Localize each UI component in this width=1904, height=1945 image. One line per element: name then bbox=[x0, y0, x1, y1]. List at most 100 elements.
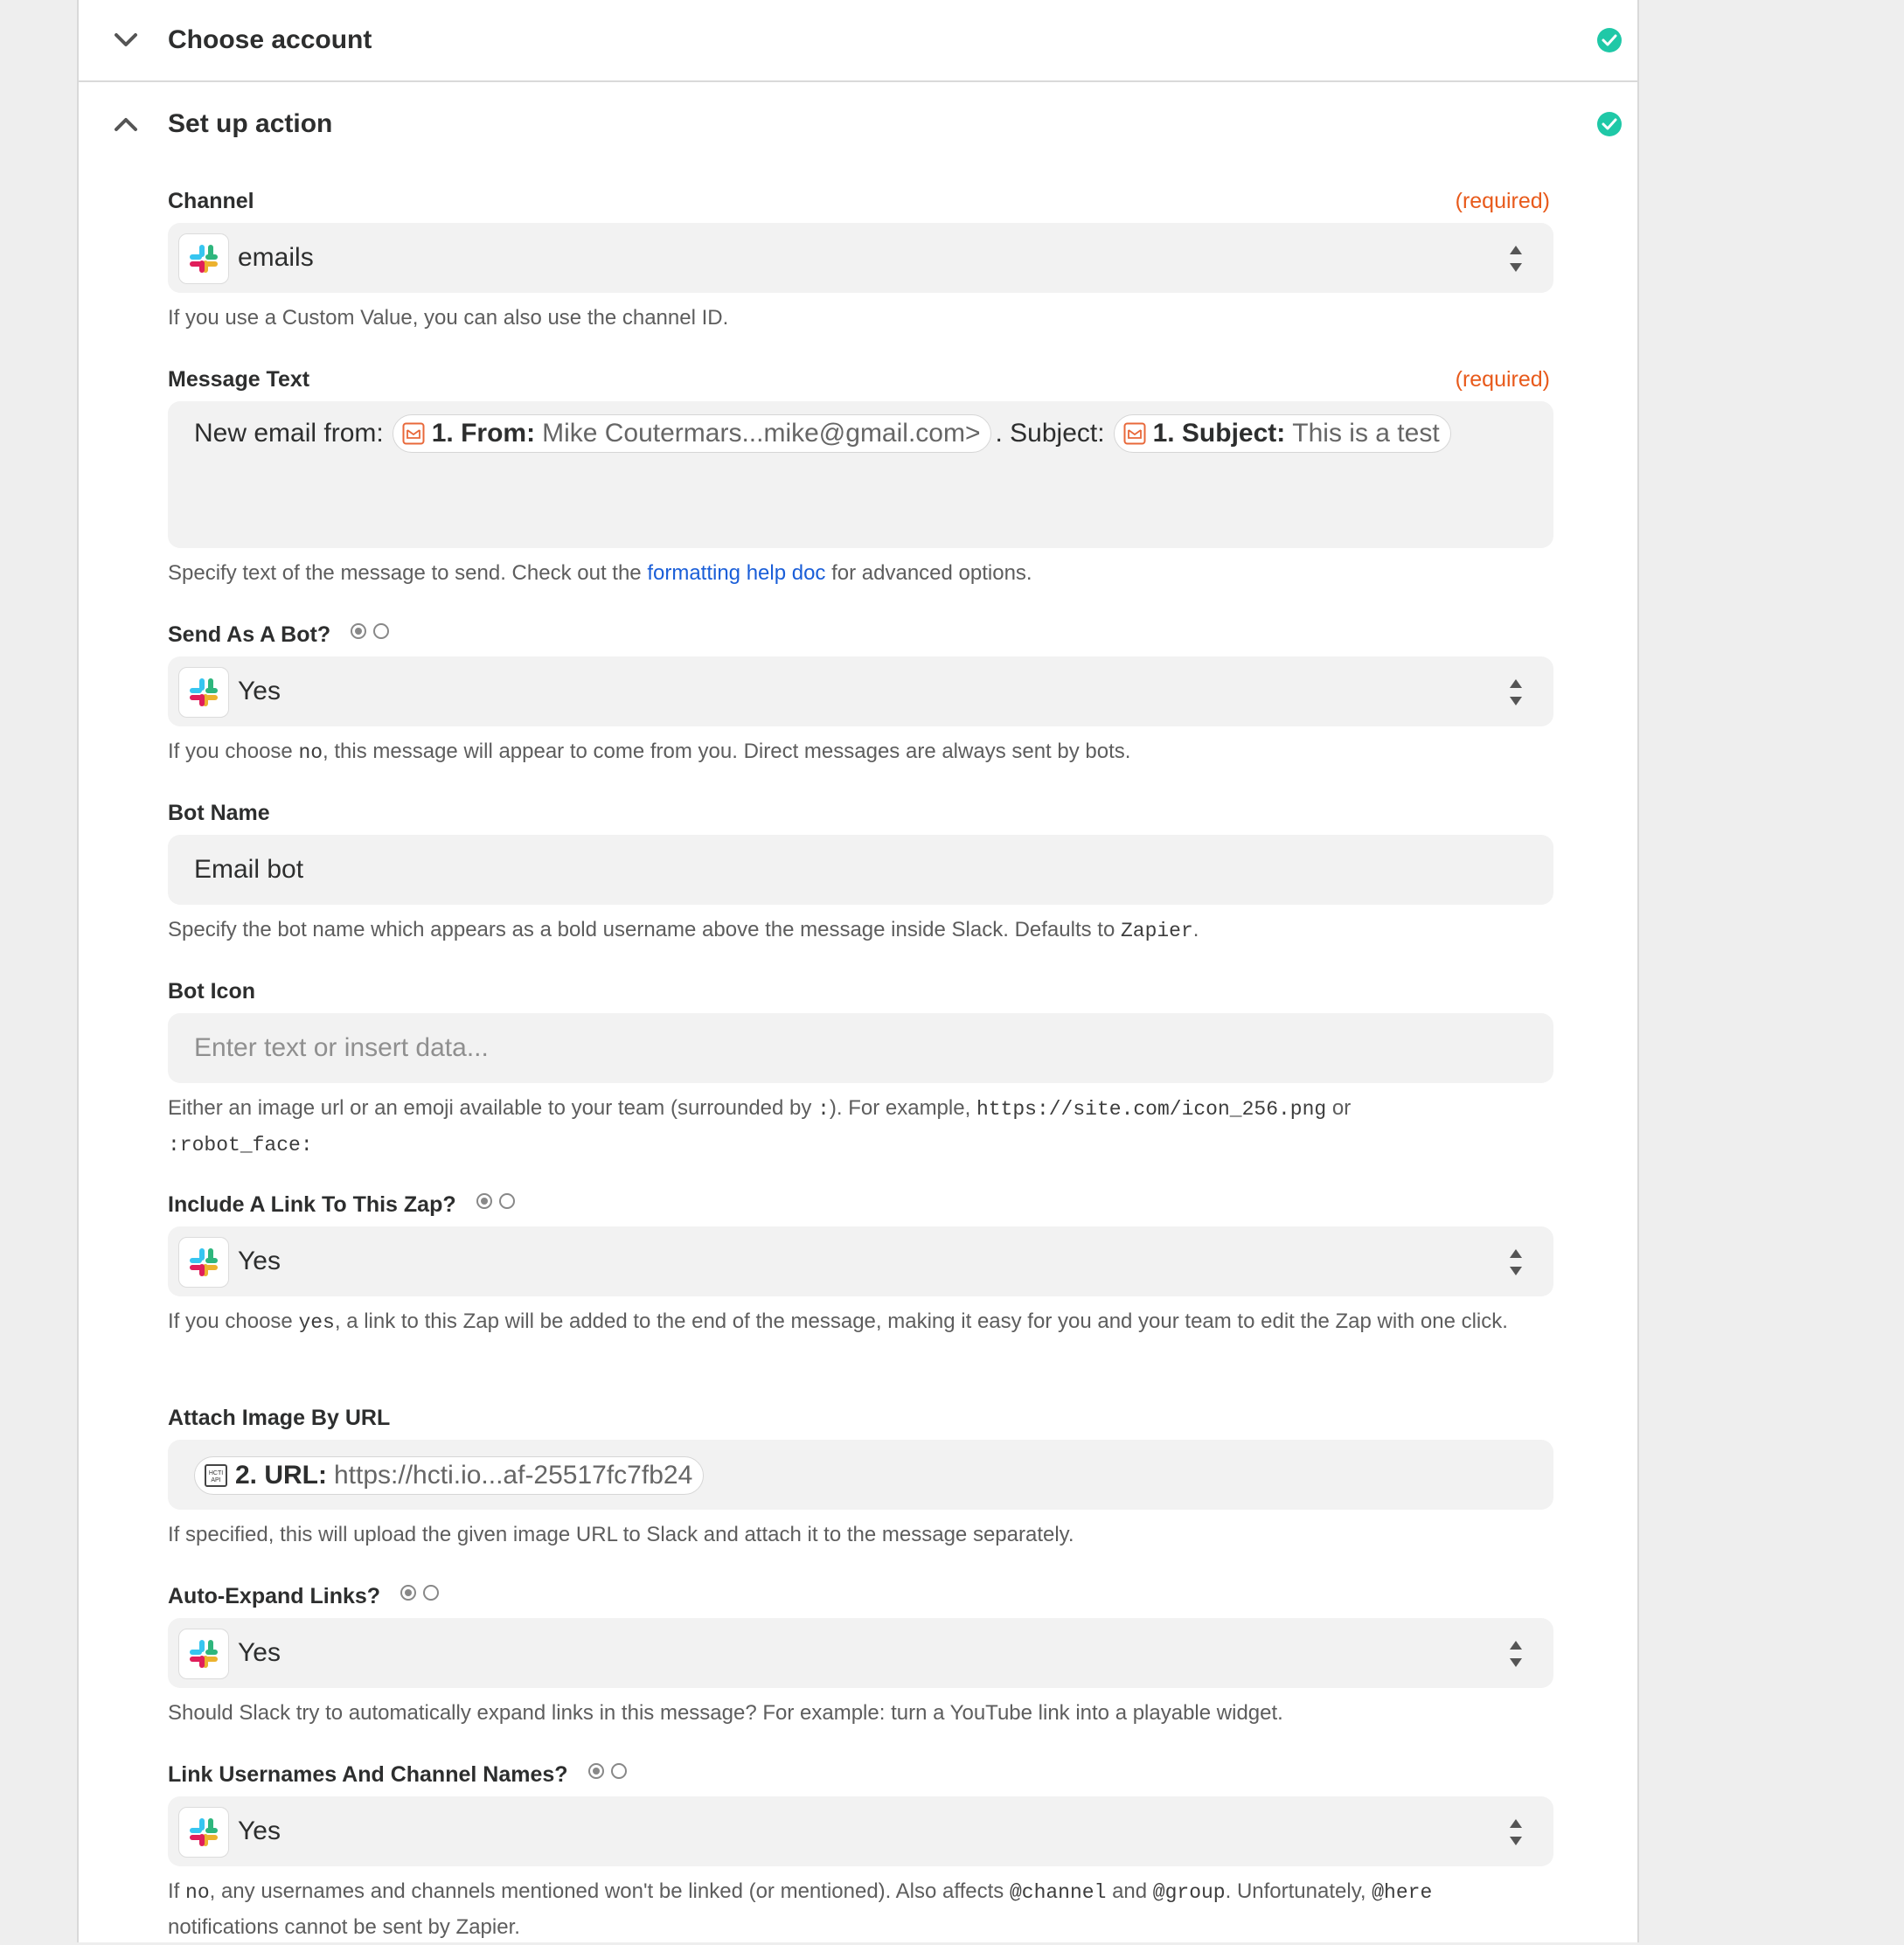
help-code: @channel bbox=[1009, 1881, 1107, 1904]
pill-key: 2. URL: bbox=[235, 1461, 327, 1490]
include-link-select[interactable]: Yes bbox=[168, 1226, 1553, 1296]
include-link-help: If you choose yes, a link to this Zap wi… bbox=[168, 1304, 1567, 1340]
message-middle: . Subject: bbox=[995, 419, 1105, 448]
chevron-down-icon[interactable] bbox=[110, 24, 142, 56]
bot-name-help: Specify the bot name which appears as a … bbox=[168, 913, 1567, 948]
sort-arrows-icon bbox=[1508, 677, 1524, 707]
help-text: for advanced options. bbox=[831, 561, 1032, 585]
chevron-up-icon[interactable] bbox=[110, 108, 142, 140]
pill-value: Mike Coutermars...mike@gmail.com> bbox=[542, 419, 981, 448]
step-choose-account-header[interactable]: Choose account bbox=[79, 0, 1637, 82]
slack-icon bbox=[178, 233, 229, 284]
help-text: , any usernames and channels mentioned w… bbox=[209, 1879, 1004, 1903]
data-pill-url[interactable]: HCTI API 2. URL: https://hcti.io...af-25… bbox=[194, 1456, 705, 1495]
radio-off[interactable] bbox=[423, 1585, 440, 1601]
radio-group[interactable] bbox=[351, 623, 396, 649]
hcti-api-icon: HCTI API bbox=[205, 1464, 227, 1487]
sort-arrows-icon bbox=[1508, 1817, 1524, 1847]
message-text-content: New email from: 1. From: Mike Coutermars… bbox=[194, 413, 1455, 454]
sort-arrows-icon bbox=[1508, 1247, 1524, 1277]
help-code: yes bbox=[298, 1311, 335, 1334]
radio-on[interactable] bbox=[351, 623, 367, 640]
pill-value: This is a test bbox=[1292, 419, 1440, 448]
step-set-up-action-header[interactable]: Set up action bbox=[79, 84, 1637, 164]
pill-key: 1. Subject: bbox=[1152, 419, 1286, 448]
help-text: If bbox=[168, 1879, 180, 1903]
svg-text:API: API bbox=[211, 1477, 220, 1483]
data-pill-from[interactable]: 1. From: Mike Coutermars...mike@gmail.co… bbox=[392, 414, 992, 453]
label-text: Send As A Bot? bbox=[168, 622, 331, 647]
help-text: If you choose bbox=[168, 1309, 293, 1333]
help-code: : bbox=[817, 1098, 830, 1121]
help-text: . Unfortunately, bbox=[1225, 1879, 1366, 1903]
auto-expand-label: Auto-Expand Links? bbox=[168, 1584, 446, 1610]
link-usernames-label: Link Usernames And Channel Names? bbox=[168, 1762, 634, 1789]
bot-icon-help: Either an image url or an emoji availabl… bbox=[168, 1091, 1567, 1163]
help-code: https://site.com/icon_256.png bbox=[976, 1098, 1327, 1121]
check-circle-icon bbox=[1597, 28, 1622, 52]
help-text: If you choose bbox=[168, 740, 293, 763]
email-icon bbox=[1123, 422, 1146, 445]
help-text: ). For example, bbox=[829, 1096, 971, 1120]
bot-name-value: Email bot bbox=[194, 855, 304, 884]
channel-value: emails bbox=[238, 243, 314, 272]
radio-on[interactable] bbox=[476, 1193, 492, 1210]
message-text-field[interactable]: New email from: 1. From: Mike Coutermars… bbox=[168, 401, 1553, 548]
send-as-bot-select[interactable]: Yes bbox=[168, 656, 1553, 726]
help-code: Zapier bbox=[1120, 920, 1193, 942]
attach-image-label: Attach Image By URL bbox=[168, 1406, 391, 1430]
help-code: no bbox=[298, 741, 323, 764]
help-text: . bbox=[1192, 918, 1199, 941]
send-as-bot-help: If you choose no, this message will appe… bbox=[168, 734, 1567, 770]
help-code: @here bbox=[1372, 1881, 1433, 1904]
step-title-choose-account: Choose account bbox=[168, 25, 372, 54]
channel-select[interactable]: emails bbox=[168, 223, 1553, 293]
pill-key: 1. From: bbox=[431, 419, 536, 448]
bot-icon-label: Bot Icon bbox=[168, 979, 255, 1004]
bot-name-label: Bot Name bbox=[168, 801, 270, 825]
radio-off[interactable] bbox=[373, 623, 390, 640]
label-text: Auto-Expand Links? bbox=[168, 1584, 381, 1608]
bot-name-input[interactable]: Email bot bbox=[168, 835, 1553, 905]
attach-image-content: HCTI API 2. URL: https://hcti.io...af-25… bbox=[194, 1455, 707, 1496]
send-as-bot-label: Send As A Bot? bbox=[168, 622, 396, 649]
bot-icon-input[interactable]: Enter text or insert data... bbox=[168, 1013, 1553, 1083]
slack-icon bbox=[178, 1629, 229, 1679]
link-usernames-select[interactable]: Yes bbox=[168, 1796, 1553, 1866]
help-text: and bbox=[1112, 1879, 1148, 1903]
radio-group[interactable] bbox=[587, 1763, 634, 1789]
help-code: :robot_face: bbox=[168, 1134, 313, 1157]
zap-step-panel: Choose account Set up action Channel (re… bbox=[77, 0, 1639, 1942]
help-text: Specify text of the message to send. Che… bbox=[168, 561, 642, 585]
radio-off[interactable] bbox=[498, 1193, 515, 1210]
send-as-bot-value: Yes bbox=[238, 677, 281, 705]
attach-image-input[interactable]: HCTI API 2. URL: https://hcti.io...af-25… bbox=[168, 1440, 1553, 1510]
channel-label: Channel bbox=[168, 189, 254, 213]
formatting-help-link[interactable]: formatting help doc bbox=[647, 561, 825, 585]
radio-on[interactable] bbox=[400, 1585, 417, 1601]
help-text: notifications cannot be sent by Zapier. bbox=[168, 1915, 520, 1939]
label-text: Link Usernames And Channel Names? bbox=[168, 1762, 568, 1787]
message-text-help: Specify text of the message to send. Che… bbox=[168, 556, 1567, 591]
include-link-label: Include A Link To This Zap? bbox=[168, 1192, 522, 1219]
help-code: no bbox=[185, 1881, 210, 1904]
auto-expand-select[interactable]: Yes bbox=[168, 1618, 1553, 1688]
sort-arrows-icon bbox=[1508, 1639, 1524, 1669]
link-usernames-help: If no, any usernames and channels mentio… bbox=[168, 1874, 1567, 1945]
slack-icon bbox=[178, 1237, 229, 1288]
help-text: , this message will appear to come from … bbox=[323, 740, 1131, 763]
radio-off[interactable] bbox=[610, 1763, 627, 1780]
sort-arrows-icon bbox=[1508, 244, 1524, 274]
radio-on[interactable] bbox=[587, 1763, 604, 1780]
auto-expand-value: Yes bbox=[238, 1638, 281, 1667]
link-usernames-value: Yes bbox=[238, 1816, 281, 1845]
help-text: Specify the bot name which appears as a … bbox=[168, 918, 1115, 941]
radio-group[interactable] bbox=[476, 1193, 522, 1219]
help-text: or bbox=[1331, 1096, 1352, 1120]
slack-icon bbox=[178, 667, 229, 718]
help-text: , a link to this Zap will be added to th… bbox=[334, 1309, 1508, 1333]
radio-group[interactable] bbox=[400, 1585, 446, 1610]
include-link-value: Yes bbox=[238, 1247, 281, 1275]
channel-help: If you use a Custom Value, you can also … bbox=[168, 306, 729, 330]
data-pill-subject[interactable]: 1. Subject: This is a test bbox=[1113, 414, 1451, 453]
